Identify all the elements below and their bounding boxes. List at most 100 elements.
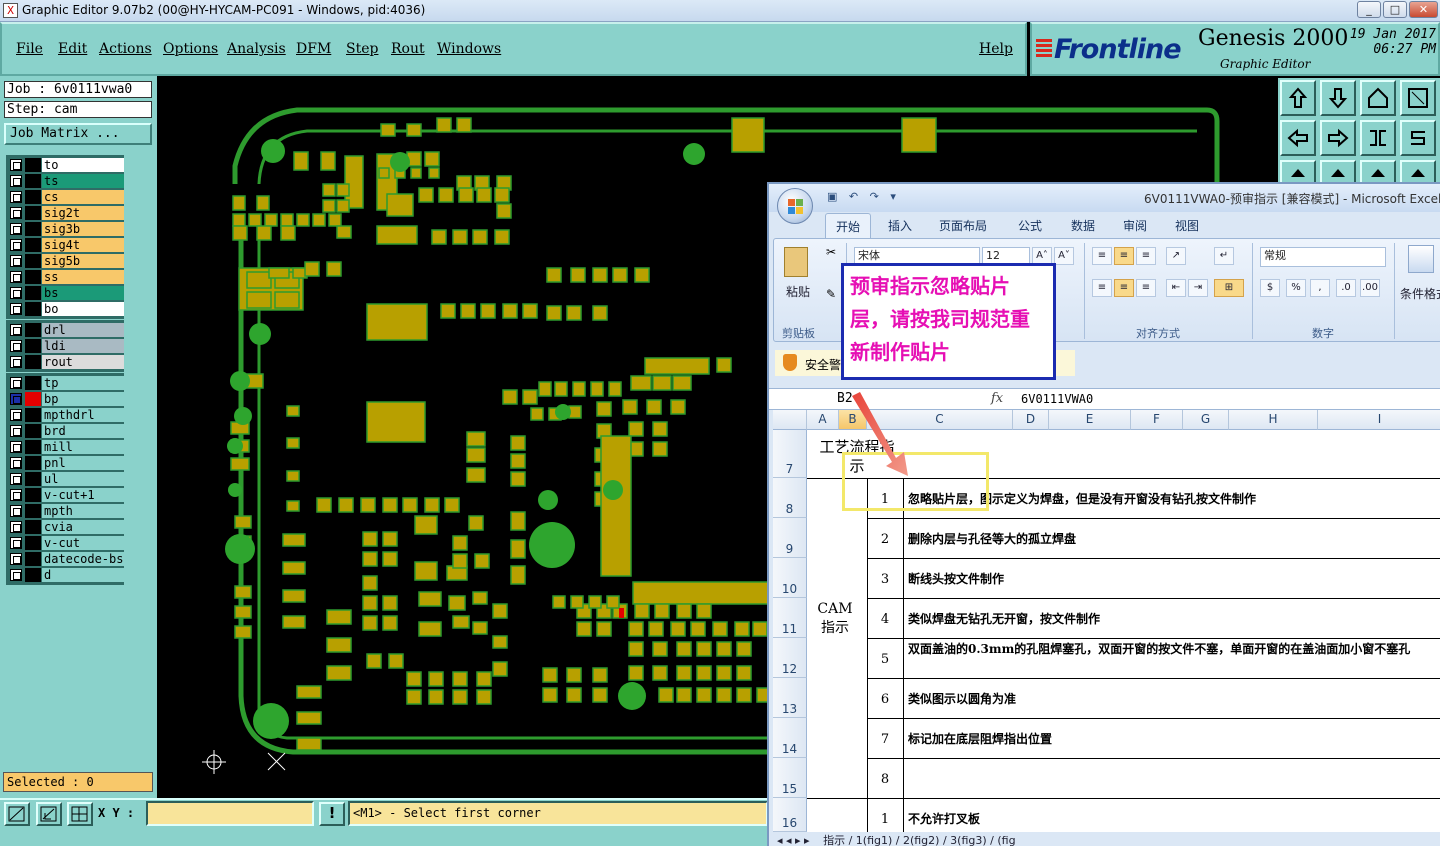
- cut-icon[interactable]: ✂: [826, 245, 836, 259]
- layer-row-mill[interactable]: mill: [8, 439, 124, 455]
- column-header[interactable]: E: [1049, 410, 1131, 430]
- layer-name[interactable]: mill: [42, 440, 124, 454]
- layer-row-sig4t[interactable]: sig4t: [8, 237, 124, 253]
- column-header[interactable]: H: [1229, 410, 1318, 430]
- tab-formulas[interactable]: 公式: [1018, 217, 1042, 234]
- increase-decimal-icon[interactable]: .0: [1336, 279, 1356, 297]
- pan-down-icon[interactable]: [1320, 80, 1356, 116]
- menu-help[interactable]: Help: [979, 41, 1013, 57]
- layer-checkbox[interactable]: [10, 473, 22, 485]
- layer-color-swatch[interactable]: [25, 504, 41, 518]
- pan-up-icon[interactable]: [1280, 80, 1316, 116]
- layer-color-swatch[interactable]: [25, 392, 41, 406]
- xy-input[interactable]: [146, 801, 314, 826]
- item-text-cell[interactable]: 删除内层与孔径等大的孤立焊盘: [908, 530, 1076, 547]
- conditional-format-label[interactable]: 条件格式: [1400, 285, 1440, 302]
- layer-name[interactable]: ts: [42, 174, 124, 188]
- orientation-icon[interactable]: ↗: [1166, 247, 1186, 265]
- layer-checkbox[interactable]: [10, 505, 22, 517]
- layer-color-swatch[interactable]: [25, 323, 41, 337]
- layer-name[interactable]: mpthdrl: [42, 408, 124, 422]
- paste-icon[interactable]: [784, 247, 808, 277]
- cam-section-cell[interactable]: CAM指示: [815, 600, 855, 638]
- layer-color-swatch[interactable]: [25, 440, 41, 454]
- layer-name[interactable]: v-cut: [42, 536, 124, 550]
- layer-checkbox[interactable]: [10, 175, 22, 187]
- layer-name[interactable]: rout: [42, 355, 124, 369]
- item-number-cell[interactable]: 2: [867, 532, 903, 547]
- layer-name[interactable]: ss: [42, 270, 124, 284]
- layer-checkbox[interactable]: [10, 340, 22, 352]
- layer-row-datecode-bs[interactable]: datecode-bs: [8, 551, 124, 567]
- layer-name[interactable]: sig5b: [42, 254, 124, 268]
- alert-icon[interactable]: !: [319, 802, 345, 826]
- layer-name[interactable]: v-cut+1: [42, 488, 124, 502]
- number-format-box[interactable]: 常规: [1260, 247, 1386, 267]
- home-view-icon[interactable]: [1360, 80, 1396, 116]
- merge-center-icon[interactable]: ⊞: [1214, 279, 1244, 297]
- item-text-cell[interactable]: 双面盖油的0.3mm的孔阻焊塞孔，双面开窗的按文件不塞，单面开窗的在盖油面加小窗…: [908, 642, 1440, 657]
- maximize-button[interactable]: □: [1383, 1, 1407, 18]
- layer-checkbox[interactable]: [10, 207, 22, 219]
- layer-checkbox[interactable]: [10, 377, 22, 389]
- align-left-icon[interactable]: ≡: [1092, 279, 1112, 297]
- layer-row-v-cut[interactable]: v-cut: [8, 535, 124, 551]
- layer-checkbox[interactable]: [10, 409, 22, 421]
- layer-color-swatch[interactable]: [25, 286, 41, 300]
- layer-color-swatch[interactable]: [25, 302, 41, 316]
- grid-icon[interactable]: [67, 802, 93, 826]
- layer-name[interactable]: mpth: [42, 504, 124, 518]
- layer-name[interactable]: ldi: [42, 339, 124, 353]
- item-text-cell[interactable]: 标记加在底层阻焊指出位置: [908, 730, 1052, 747]
- item-text-cell[interactable]: 断线头按文件制作: [908, 570, 1004, 587]
- measure-icon[interactable]: [36, 802, 62, 826]
- menu-actions[interactable]: Actions: [99, 41, 152, 57]
- quick-access-toolbar[interactable]: ▣ ↶ ↷ ▾: [827, 190, 900, 203]
- row-header[interactable]: 7: [773, 430, 807, 478]
- layer-color-swatch[interactable]: [25, 222, 41, 236]
- menu-dfm[interactable]: DFM: [296, 41, 331, 57]
- row-header[interactable]: 12: [773, 638, 807, 678]
- layer-name[interactable]: cvia: [42, 520, 124, 534]
- snap-icon[interactable]: [4, 802, 30, 826]
- currency-icon[interactable]: $: [1260, 279, 1280, 297]
- layer-row-ul[interactable]: ul: [8, 471, 124, 487]
- increase-indent-icon[interactable]: ⇥: [1188, 279, 1208, 297]
- layer-row-pnl[interactable]: pnl: [8, 455, 124, 471]
- select-all-corner[interactable]: [773, 410, 807, 430]
- layer-row-bs[interactable]: bs: [8, 285, 124, 301]
- fx-icon[interactable]: fx: [991, 391, 1003, 406]
- layer-name[interactable]: bp: [42, 392, 124, 406]
- column-header[interactable]: G: [1183, 410, 1229, 430]
- layer-checkbox[interactable]: [10, 553, 22, 565]
- layer-checkbox[interactable]: [10, 521, 22, 533]
- sheet-nav-icon[interactable]: ◂ ◂ ▸ ▸: [769, 834, 810, 846]
- layer-color-swatch[interactable]: [25, 254, 41, 268]
- row-header[interactable]: 13: [773, 678, 807, 718]
- row-header[interactable]: 9: [773, 518, 807, 558]
- align-bottom-icon[interactable]: ≡: [1136, 247, 1156, 265]
- column-header[interactable]: D: [1013, 410, 1049, 430]
- layer-row-to[interactable]: to: [8, 157, 124, 173]
- layer-checkbox[interactable]: [10, 239, 22, 251]
- menu-file[interactable]: File: [16, 41, 43, 57]
- layer-color-swatch[interactable]: [25, 206, 41, 220]
- layer-checkbox[interactable]: [10, 356, 22, 368]
- layer-name[interactable]: tp: [42, 376, 124, 390]
- column-header[interactable]: I: [1318, 410, 1440, 430]
- layer-checkbox[interactable]: [10, 537, 22, 549]
- column-header[interactable]: A: [807, 410, 839, 430]
- layer-row-tp[interactable]: tp: [8, 375, 124, 391]
- layer-row-sig3b[interactable]: sig3b: [8, 221, 124, 237]
- item-number-cell[interactable]: 1: [867, 812, 903, 827]
- percent-icon[interactable]: %: [1286, 279, 1306, 297]
- row-header[interactable]: 14: [773, 718, 807, 758]
- layer-name[interactable]: cs: [42, 190, 124, 204]
- pan-left-icon[interactable]: [1280, 120, 1316, 156]
- layer-name[interactable]: ul: [42, 472, 124, 486]
- layer-checkbox[interactable]: [10, 255, 22, 267]
- item-text-cell[interactable]: 类似焊盘无钻孔无开窗，按文件制作: [908, 610, 1100, 627]
- align-right-icon[interactable]: ≡: [1136, 279, 1156, 297]
- layer-row-mpthdrl[interactable]: mpthdrl: [8, 407, 124, 423]
- layer-color-swatch[interactable]: [25, 376, 41, 390]
